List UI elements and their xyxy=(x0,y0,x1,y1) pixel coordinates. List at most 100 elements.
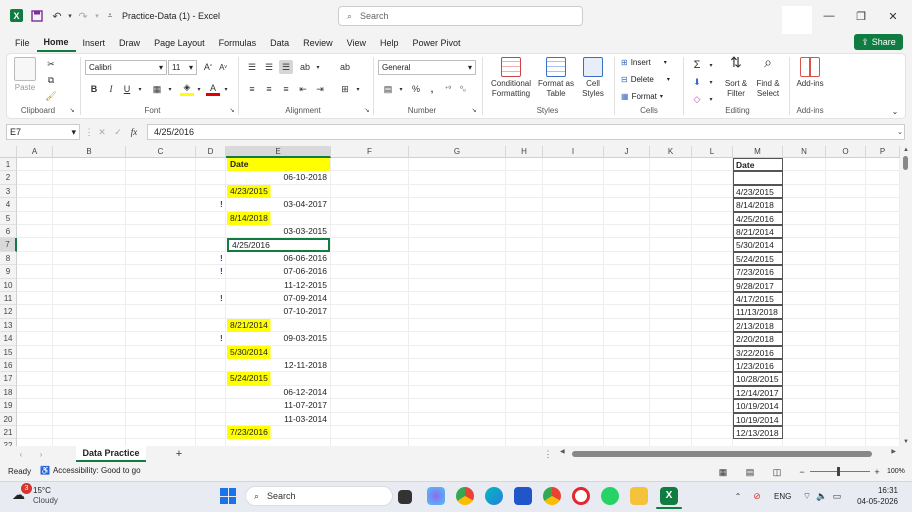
row-header[interactable]: 16 xyxy=(0,359,17,373)
sort-filter-button[interactable]: ⇅ Sort & Filter xyxy=(721,55,751,99)
number-format-select[interactable]: General ▾ xyxy=(378,60,476,75)
account-avatar[interactable] xyxy=(782,6,812,34)
start-icon[interactable] xyxy=(220,488,236,504)
page-break-view-icon[interactable]: ◫ xyxy=(770,465,784,479)
cut-icon[interactable]: ✂ xyxy=(44,57,58,71)
column-header-o[interactable]: O xyxy=(826,146,866,158)
cell-m5[interactable]: 4/25/2016 xyxy=(733,211,783,225)
edge-icon[interactable] xyxy=(485,487,503,505)
column-header-p[interactable]: P xyxy=(866,146,900,158)
cell-m16[interactable]: 1/23/2016 xyxy=(733,359,783,373)
volume-icon[interactable]: 🔈 xyxy=(815,489,829,503)
wrap-text-icon[interactable]: ab xyxy=(338,60,352,74)
row-header[interactable]: 9 xyxy=(0,265,17,279)
row-header[interactable]: 17 xyxy=(0,372,17,386)
fill-dropdown-icon[interactable]: ▾ xyxy=(192,82,206,96)
cell-e19[interactable]: 11-07-2017 xyxy=(227,399,330,412)
whatsapp-icon[interactable] xyxy=(601,487,619,505)
taskbar-search[interactable]: ⌕ Search xyxy=(245,486,393,506)
format-painter-icon[interactable]: 🖌 xyxy=(44,89,58,103)
format-as-table-button[interactable]: Format as Table xyxy=(537,57,575,99)
security-icon[interactable]: ⊘ xyxy=(750,489,764,503)
cell-e1[interactable]: Date xyxy=(227,158,330,172)
cell-e9[interactable]: 07-06-2016 xyxy=(227,265,330,278)
chrome-icon[interactable] xyxy=(456,487,474,505)
scroll-up-icon[interactable]: ▲ xyxy=(903,147,909,153)
column-header-i[interactable]: I xyxy=(543,146,604,158)
borders-icon[interactable]: ▦ xyxy=(150,82,164,96)
cell-e4[interactable]: 03-04-2017 xyxy=(227,198,330,211)
merge-center-icon[interactable]: ⊞ xyxy=(338,82,352,96)
accounting-format-icon[interactable]: ▤ xyxy=(381,82,395,96)
underline-dropdown-icon[interactable]: ▾ xyxy=(133,82,147,96)
collapse-ribbon-icon[interactable]: ⌄ xyxy=(888,104,902,118)
tab-view[interactable]: View xyxy=(340,34,373,52)
accessibility-status[interactable]: ♿ Accessibility: Good to go xyxy=(40,466,141,475)
number-launcher-icon[interactable]: ↘ xyxy=(470,106,478,114)
row-header[interactable]: 1 xyxy=(0,158,17,172)
cell-m14[interactable]: 2/20/2018 xyxy=(733,332,783,346)
accounting-dropdown-icon[interactable]: ▾ xyxy=(394,82,408,96)
minimize-button[interactable]: — xyxy=(814,8,844,24)
cell-e6[interactable]: 03-03-2015 xyxy=(227,225,330,238)
increase-indent-icon[interactable]: ⇥ xyxy=(313,82,327,96)
cell-m13[interactable]: 2/13/2018 xyxy=(733,318,783,333)
tab-review[interactable]: Review xyxy=(296,34,340,52)
tab-power-pivot[interactable]: Power Pivot xyxy=(406,34,468,52)
align-left-icon[interactable]: ≡ xyxy=(245,82,259,96)
cell-d-marker[interactable]: ! xyxy=(220,265,225,278)
scroll-thumb[interactable] xyxy=(903,156,908,170)
column-header-n[interactable]: N xyxy=(783,146,826,158)
zoom-slider[interactable] xyxy=(810,467,870,476)
next-sheet-icon[interactable]: › xyxy=(34,447,48,461)
decrease-indent-icon[interactable]: ⇤ xyxy=(296,82,310,96)
format-cells-button[interactable]: ▦ Format ▾ xyxy=(621,92,663,101)
cell-e8[interactable]: 06-06-2016 xyxy=(227,252,330,265)
autosum-icon[interactable]: Σ xyxy=(690,58,704,72)
redo-icon[interactable]: ↷ xyxy=(76,9,90,23)
add-sheet-button[interactable]: + xyxy=(172,447,186,461)
decrease-decimal-icon[interactable]: ⁰₀ xyxy=(456,82,470,96)
chrome-profile-icon[interactable] xyxy=(543,487,561,505)
column-header-g[interactable]: G xyxy=(409,146,506,158)
task-view-icon[interactable] xyxy=(398,490,412,504)
cell-d-marker[interactable]: ! xyxy=(220,332,225,345)
row-header[interactable]: 12 xyxy=(0,305,17,319)
normal-view-icon[interactable]: ▦ xyxy=(716,465,730,479)
align-bottom-icon[interactable]: ☰ xyxy=(279,60,293,74)
tab-help[interactable]: Help xyxy=(373,34,406,52)
column-header-j[interactable]: J xyxy=(604,146,650,158)
row-header[interactable]: 13 xyxy=(0,318,17,333)
cell-e12[interactable]: 07-10-2017 xyxy=(227,305,330,318)
clock-time[interactable]: 16:31 xyxy=(854,486,898,495)
redo-dropdown-icon[interactable]: ▾ xyxy=(90,9,104,23)
cell-m2[interactable] xyxy=(733,171,783,185)
customize-toolbar-icon[interactable]: ⩡ xyxy=(103,9,117,23)
row-header[interactable]: 6 xyxy=(0,225,17,239)
page-layout-view-icon[interactable]: ▤ xyxy=(743,465,757,479)
row-header[interactable]: 7 xyxy=(0,238,17,252)
cell-e18[interactable]: 06-12-2014 xyxy=(227,386,330,399)
cell-e7[interactable]: 4/25/2016 xyxy=(227,238,330,252)
column-header-f[interactable]: F xyxy=(331,146,409,158)
horizontal-scroll-thumb[interactable] xyxy=(572,451,872,457)
comma-style-icon[interactable]: , xyxy=(425,82,439,96)
cell-m11[interactable]: 4/17/2015 xyxy=(733,292,783,306)
column-header-l[interactable]: L xyxy=(692,146,733,158)
row-header[interactable]: 2 xyxy=(0,171,17,185)
underline-icon[interactable]: U xyxy=(120,82,134,96)
cell-m20[interactable]: 10/19/2014 xyxy=(733,412,783,426)
borders-dropdown-icon[interactable]: ▾ xyxy=(163,82,177,96)
column-header-b[interactable]: B xyxy=(53,146,126,158)
cell-e3[interactable]: 4/23/2015 xyxy=(227,184,330,199)
formula-input[interactable]: 4/25/2016 xyxy=(147,124,905,140)
clipboard-launcher-icon[interactable]: ↘ xyxy=(68,106,76,114)
row-header[interactable]: 19 xyxy=(0,399,17,413)
select-all-corner[interactable] xyxy=(0,146,17,158)
tab-split-icon[interactable]: ⋮ xyxy=(541,447,555,461)
add-ins-button[interactable]: Add-ins xyxy=(795,57,825,89)
decrease-font-icon[interactable]: Av xyxy=(216,60,230,74)
cell-m1[interactable]: Date xyxy=(733,158,783,172)
row-header[interactable]: 4 xyxy=(0,198,17,212)
prev-sheet-icon[interactable]: ‹ xyxy=(14,447,28,461)
